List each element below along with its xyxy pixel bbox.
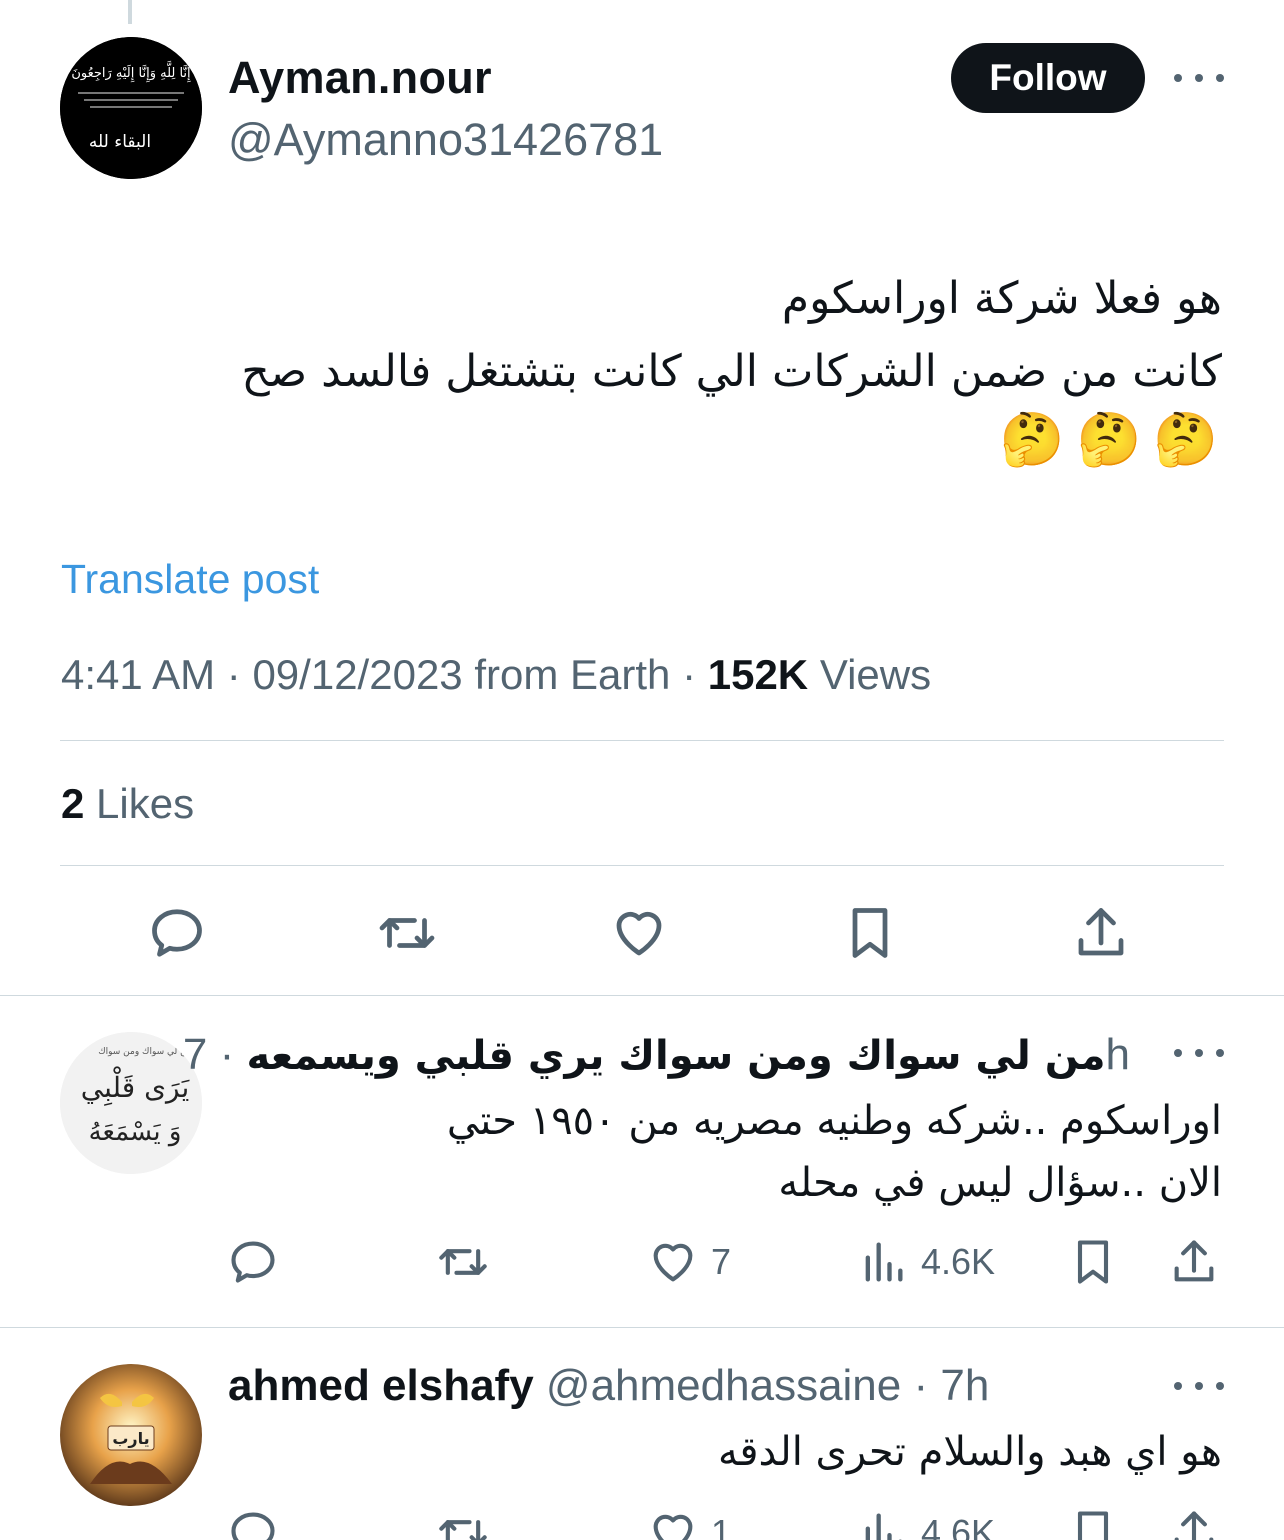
reply-likes-count: 1 bbox=[711, 1512, 732, 1540]
views-action[interactable]: 4.6K bbox=[857, 1234, 995, 1290]
share-icon[interactable] bbox=[1168, 1234, 1220, 1290]
share-icon[interactable] bbox=[1071, 903, 1131, 963]
reply-icon[interactable] bbox=[147, 903, 207, 963]
reply-author-name[interactable]: ahmed elshafy bbox=[228, 1361, 534, 1410]
reply-likes-count: 7 bbox=[711, 1241, 732, 1282]
heart-icon bbox=[653, 1514, 693, 1540]
reply-time[interactable]: 7h bbox=[940, 1361, 989, 1410]
post-date: 09/12/2023 from Earth bbox=[252, 651, 671, 698]
divider bbox=[0, 995, 1284, 996]
likes-count: 2 bbox=[61, 780, 85, 827]
separator: · bbox=[913, 1361, 929, 1410]
post-text-line-2: كانت من ضمن الشركات الي كانت بتشتغل فالس… bbox=[241, 346, 1222, 397]
reply-author-handle[interactable]: @ahmedhassaine bbox=[546, 1361, 901, 1410]
reply-text-line-2: الان ..سؤال ليس في محله bbox=[778, 1160, 1222, 1206]
views-label: Views bbox=[819, 651, 932, 698]
views-count: 152K bbox=[707, 651, 809, 698]
likes-label: Likes bbox=[96, 780, 195, 827]
author-name[interactable]: Ayman.nour bbox=[228, 52, 492, 104]
reply-views-count: 4.6K bbox=[921, 1241, 996, 1282]
author-handle[interactable]: @Aymanno31426781 bbox=[228, 114, 663, 166]
post-time[interactable]: 4:41 AM bbox=[61, 651, 215, 698]
post-text: هو فعلا شركة اوراسكوم كانت من ضمن الشركا… bbox=[62, 262, 1222, 408]
repost-icon[interactable] bbox=[437, 1234, 489, 1290]
translate-post-link[interactable]: Translate post bbox=[61, 556, 319, 603]
divider bbox=[0, 1327, 1284, 1328]
thinking-face-icon: 🤔 bbox=[999, 410, 1065, 470]
reply-author-name[interactable]: من لي سواك ومن سواك يري قلبي ويسمعه bbox=[246, 1033, 1105, 1079]
thread-connector-line bbox=[128, 0, 132, 24]
reply-avatar[interactable]: من لي سواك ومن سواك يَرَى قَلْبِي وَ يَس… bbox=[60, 1032, 202, 1174]
divider bbox=[60, 865, 1224, 866]
reply-icon[interactable] bbox=[227, 1505, 279, 1540]
reply-text: هو اي هبد والسلام تحرى الدقه bbox=[222, 1421, 1222, 1483]
follow-button[interactable]: Follow bbox=[951, 43, 1145, 113]
avatar-line-2: وَ يَسْمَعَهُ bbox=[89, 1117, 182, 1147]
thinking-face-icon: 🤔 bbox=[1076, 410, 1142, 470]
avatar-small-text: من لي سواك ومن سواك bbox=[98, 1047, 192, 1057]
post-metadata: 4:41 AM · 09/12/2023 from Earth · 152K V… bbox=[61, 651, 931, 699]
reply-avatar[interactable]: يارب bbox=[60, 1364, 202, 1506]
heart-icon bbox=[653, 1243, 693, 1282]
reply-icon[interactable] bbox=[227, 1234, 279, 1290]
separator: · bbox=[219, 1030, 235, 1079]
reply-text: اوراسكوم ..شركه وطنيه مصريه من ١٩٥٠ حتي … bbox=[222, 1090, 1222, 1214]
heart-icon[interactable] bbox=[609, 903, 669, 963]
like-action[interactable]: 7 bbox=[647, 1234, 731, 1290]
separator: · bbox=[682, 651, 697, 698]
bookmark-icon[interactable] bbox=[1067, 1234, 1119, 1290]
reply-header: من لي سواك ومن سواك يري قلبي ويسمعه · 7h bbox=[183, 1030, 1130, 1080]
share-icon[interactable] bbox=[1168, 1505, 1220, 1540]
divider bbox=[60, 740, 1224, 741]
post-emojis: 🤔 🤔 🤔 bbox=[1000, 410, 1218, 470]
reply-views-count: 4.6K bbox=[921, 1512, 996, 1540]
views-action[interactable]: 4.6K bbox=[857, 1505, 995, 1540]
bookmark-icon[interactable] bbox=[1067, 1505, 1119, 1540]
reply-text-line-1: اوراسكوم ..شركه وطنيه مصريه من ١٩٥٠ حتي bbox=[446, 1098, 1222, 1144]
author-avatar[interactable]: إِنَّا لِلَّهِ وَإِنَّا إِلَيْهِ رَاجِعُ… bbox=[60, 37, 202, 179]
repost-icon[interactable] bbox=[377, 903, 437, 963]
reply-text-line-1: هو اي هبد والسلام تحرى الدقه bbox=[717, 1429, 1222, 1475]
separator: · bbox=[226, 651, 241, 698]
more-icon[interactable] bbox=[1174, 68, 1224, 88]
avatar-badge-text: يارب bbox=[112, 1429, 149, 1448]
more-icon[interactable] bbox=[1174, 1043, 1224, 1063]
bookmark-icon[interactable] bbox=[840, 903, 900, 963]
analytics-icon bbox=[865, 1242, 903, 1282]
reply-header: ahmed elshafy @ahmedhassaine · 7h bbox=[228, 1361, 989, 1411]
likes-summary[interactable]: 2 Likes bbox=[61, 780, 194, 828]
avatar-line-1: يَرَى قَلْبِي bbox=[81, 1066, 190, 1106]
thinking-face-icon: 🤔 bbox=[1153, 410, 1218, 470]
more-icon[interactable] bbox=[1174, 1376, 1224, 1396]
like-action[interactable]: 1 bbox=[647, 1505, 731, 1540]
repost-icon[interactable] bbox=[437, 1505, 489, 1540]
avatar-baqaa-text: البقاء لله bbox=[89, 132, 151, 152]
analytics-icon bbox=[865, 1513, 902, 1540]
post-text-line-1: هو فعلا شركة اوراسكوم bbox=[781, 273, 1222, 324]
